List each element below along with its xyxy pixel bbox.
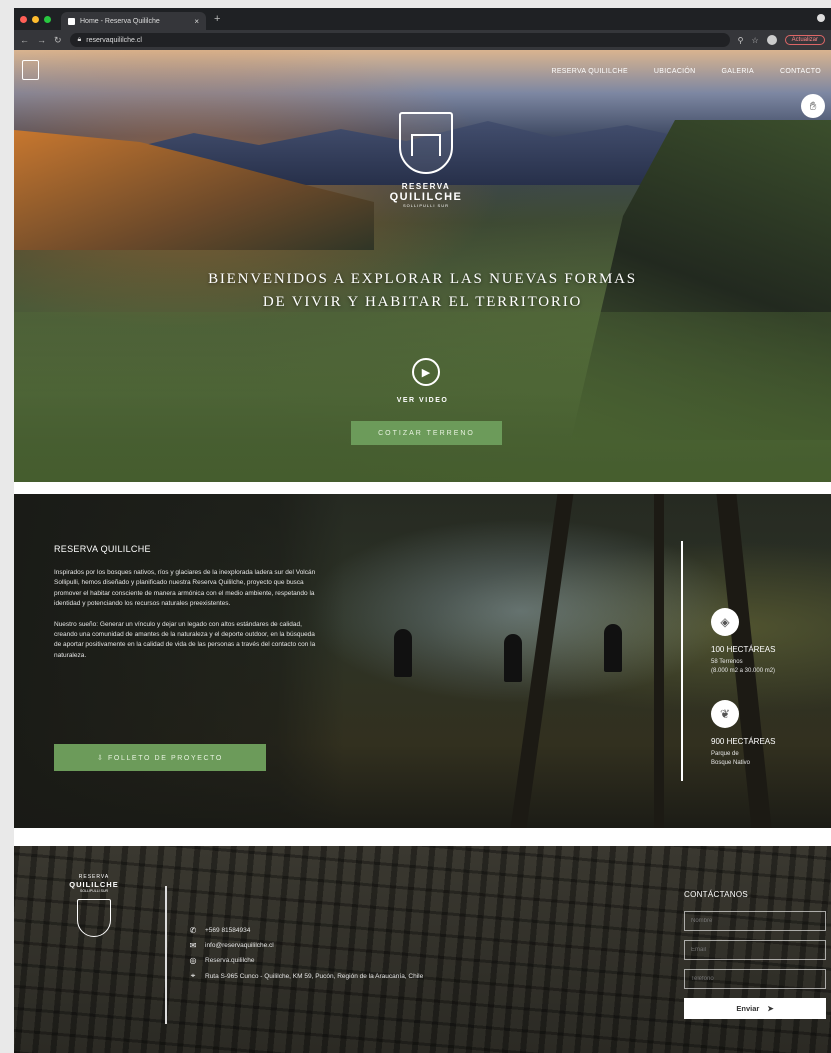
about-title: RESERVA QUILILCHE xyxy=(54,544,151,554)
nav-item-reserva[interactable]: RESERVA QUILILCHE xyxy=(551,68,627,75)
minimize-window-button[interactable] xyxy=(32,15,39,23)
reload-icon[interactable]: ↻ xyxy=(54,35,62,46)
footer-shield-icon xyxy=(77,899,111,937)
footer-divider xyxy=(165,886,167,1024)
land-plots-icon: ◈ xyxy=(711,608,739,636)
headline-line-1: BIENVENIDOS A EXPLORAR LAS NUEVAS FORMAS xyxy=(208,271,637,287)
shield-logo-icon xyxy=(399,112,453,174)
name-field[interactable] xyxy=(684,911,826,931)
stat-detail-2-line-2: Bosque Nativo xyxy=(711,760,751,766)
phone-field[interactable] xyxy=(684,969,826,989)
zoom-icon[interactable]: ⚲ xyxy=(738,36,744,45)
tab-close-icon[interactable]: × xyxy=(194,17,199,26)
maximize-window-button[interactable] xyxy=(44,15,51,23)
browser-tab-bar: Home - Reserva Quililche × + xyxy=(14,8,831,30)
section-divider xyxy=(14,482,831,494)
footer-brand-line-3: SOLLIPULLI SUR xyxy=(79,889,108,893)
address-bar[interactable]: 🔒︎ reservaquililche.cl xyxy=(69,33,730,47)
send-arrow-icon: ➤ xyxy=(767,1004,774,1013)
bookmark-star-icon[interactable]: ☆ xyxy=(751,36,758,45)
section-divider xyxy=(14,828,831,846)
nav-item-galeria[interactable]: GALERIA xyxy=(722,68,754,75)
back-arrow-icon[interactable]: ← xyxy=(20,35,29,45)
hand-wave-icon[interactable]: ✋︎ xyxy=(801,94,825,118)
contact-form-title: CONTÁCTANOS xyxy=(684,890,749,899)
profile-avatar[interactable] xyxy=(766,35,777,45)
page: Home - Reserva Quililche × + ← → ↻ 🔒︎ re… xyxy=(0,0,831,1053)
browser-toolbar: ← → ↻ 🔒︎ reservaquililche.cl ⚲ ☆ Actuali… xyxy=(14,30,831,50)
stat-hectares-2: 900 HECTÁREAS xyxy=(711,737,776,746)
brand-line-3: SOLLIPULLI SUR xyxy=(402,203,449,208)
hero-brand-logo: RESERVA QUILILCHE SOLLIPULLI SUR xyxy=(381,112,471,208)
browser-menu-icon[interactable] xyxy=(817,14,825,22)
location-pin-icon: ⌖ xyxy=(190,971,196,980)
about-section: RESERVA QUILILCHE Inspirados por los bos… xyxy=(14,494,831,828)
footer-brand-logo: RESERVA QUILILCHE SOLLIPULLI SUR xyxy=(64,874,124,937)
main-nav: RESERVA QUILILCHE UBICACIÓN GALERIA CONT… xyxy=(14,50,831,92)
stat-hectares-1: 100 HECTÁREAS xyxy=(711,645,776,654)
stat-detail-1: 58 Terrenos (8.000 m2 a 30.000 m2) xyxy=(711,658,775,676)
browser-window: Home - Reserva Quililche × + ← → ↻ 🔒︎ re… xyxy=(14,8,831,1053)
brand-line-2: QUILILCHE xyxy=(389,191,463,203)
update-button[interactable]: Actualizar xyxy=(784,35,825,45)
headline-line-2: DE VIVIR Y HABITAR EL TERRITORIO xyxy=(262,294,583,310)
new-tab-button[interactable]: + xyxy=(214,13,220,25)
window-controls xyxy=(20,15,51,23)
phone-text: +569 81584934 xyxy=(205,927,251,934)
quote-land-button[interactable]: COTIZAR TERRENO xyxy=(351,421,502,445)
close-window-button[interactable] xyxy=(20,15,27,23)
phone-icon: ✆ xyxy=(189,926,197,935)
about-paragraph-2: Nuestro sueño: Generar un vínculo y deja… xyxy=(54,620,316,659)
nav-item-contacto[interactable]: CONTACTO xyxy=(780,68,821,75)
stat-detail-2: Parque de Bosque Nativo xyxy=(711,750,750,768)
hiker-silhouette xyxy=(504,634,522,682)
stats-divider xyxy=(681,541,683,781)
email-text: info@reservaquililche.cl xyxy=(205,942,274,949)
stat-detail-2-line-1: Parque de xyxy=(711,751,739,757)
play-video-icon[interactable]: ▶ xyxy=(412,358,440,386)
brand-line-1: RESERVA xyxy=(401,182,451,191)
email-field[interactable] xyxy=(684,940,826,960)
address-text: Ruta S-965 Cunco - Quililche, KM 59, Puc… xyxy=(205,972,424,980)
about-paragraph-1: Inspirados por los bosques nativos, ríos… xyxy=(54,569,316,608)
footer-section: RESERVA QUILILCHE SOLLIPULLI SUR ✆ +569 … xyxy=(14,846,831,1053)
contact-address[interactable]: ⌖ Ruta S-965 Cunco - Quililche, KM 59, P… xyxy=(188,971,424,981)
watch-video-label[interactable]: VER VIDEO xyxy=(14,397,831,404)
hiker-silhouette xyxy=(604,624,622,672)
hero-section: RESERVA QUILILCHE UBICACIÓN GALERIA CONT… xyxy=(14,50,831,482)
favicon-icon xyxy=(68,17,75,25)
instagram-icon: ◎ xyxy=(189,956,197,965)
mail-icon: ✉ xyxy=(189,941,197,950)
instagram-text: Reserva.quililche xyxy=(205,957,255,964)
stat-detail-1-line-2: (8.000 m2 a 30.000 m2) xyxy=(711,668,776,674)
hiker-silhouette xyxy=(394,629,412,677)
forward-arrow-icon[interactable]: → xyxy=(37,35,46,45)
tab-title: Home - Reserva Quililche xyxy=(80,17,160,25)
about-text: Inspirados por los bosques nativos, ríos… xyxy=(54,568,316,661)
browser-actions: ⚲ ☆ Actualizar xyxy=(738,35,825,45)
send-button[interactable]: Enviar ➤ xyxy=(684,998,826,1019)
download-brochure-button[interactable]: ⇩ FOLLETO DE PROYECTO xyxy=(54,744,266,771)
browser-tab[interactable]: Home - Reserva Quililche × xyxy=(61,12,206,30)
nav-item-ubicacion[interactable]: UBICACIÓN xyxy=(654,68,696,75)
native-forest-icon: ❦ xyxy=(711,700,739,728)
contact-email[interactable]: ✉ info@reservaquililche.cl xyxy=(188,941,274,950)
stat-detail-1-line-1: 58 Terrenos xyxy=(711,659,743,665)
lock-icon: 🔒︎ xyxy=(77,36,82,43)
url-text: reservaquililche.cl xyxy=(86,36,142,44)
contact-instagram[interactable]: ◎ Reserva.quililche xyxy=(188,956,255,965)
send-label: Enviar xyxy=(736,1004,760,1013)
contact-phone[interactable]: ✆ +569 81584934 xyxy=(188,926,251,935)
hero-headline: BIENVENIDOS A EXPLORAR LAS NUEVAS FORMAS… xyxy=(14,268,831,314)
footer-brand-line-2: QUILILCHE xyxy=(69,880,119,889)
tree-trunk xyxy=(654,494,664,828)
